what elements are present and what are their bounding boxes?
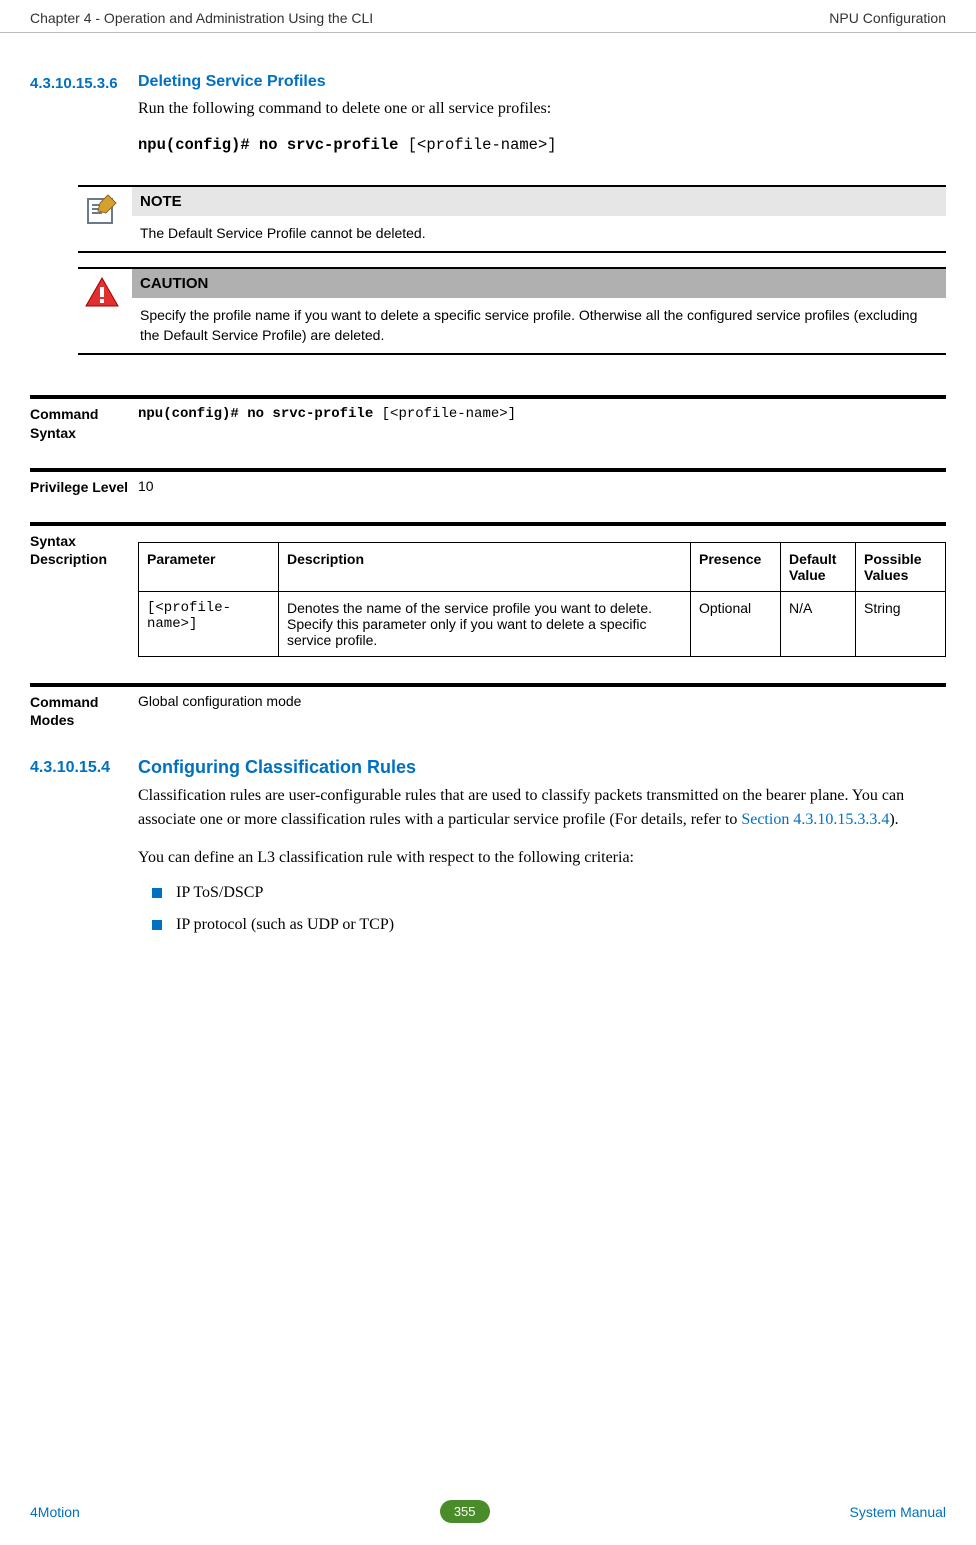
- page-number-badge: 355: [440, 1500, 490, 1523]
- page-content: 4.3.10.15.3.6 Deleting Service Profiles …: [0, 33, 976, 948]
- cmd-bold: npu(config)# no srvc-profile: [138, 406, 382, 422]
- th-parameter: Parameter: [139, 543, 279, 592]
- td-parameter: [<profile-name>]: [139, 592, 279, 657]
- section-link[interactable]: Section 4.3.10.15.3.3.4: [741, 811, 889, 828]
- caution-title: CAUTION: [132, 269, 946, 298]
- body-paragraph: Classification rules are user-configurab…: [138, 784, 946, 832]
- footer-left: 4Motion: [30, 1504, 80, 1520]
- td-presence: Optional: [691, 592, 781, 657]
- section-title: Deleting Service Profiles: [138, 73, 946, 91]
- header-left: Chapter 4 - Operation and Administration…: [30, 10, 373, 26]
- bullet-icon: [152, 888, 162, 898]
- command-syntax-value: npu(config)# no srvc-profile [<profile-n…: [138, 405, 946, 425]
- example-command: npu(config)# no srvc-profile [<profile-n…: [138, 135, 946, 157]
- command-modes-value: Global configuration mode: [138, 693, 946, 709]
- privilege-level-value: 10: [138, 478, 946, 494]
- privilege-level-label: Privilege Level: [30, 478, 138, 496]
- page-footer: 4Motion 355 System Manual: [0, 1500, 976, 1523]
- cmd-arg: [<profile-name>]: [408, 136, 557, 154]
- bullet-text: IP protocol (such as UDP or TCP): [176, 916, 394, 934]
- page-header: Chapter 4 - Operation and Administration…: [0, 0, 976, 33]
- list-item: IP protocol (such as UDP or TCP): [152, 916, 946, 934]
- command-syntax-block: Command Syntax npu(config)# no srvc-prof…: [30, 395, 946, 441]
- body-paragraph: You can define an L3 classification rule…: [138, 846, 946, 870]
- th-description: Description: [279, 543, 691, 592]
- section-number: 4.3.10.15.4: [30, 757, 138, 779]
- caution-icon: [78, 269, 132, 311]
- caution-callout: CAUTION Specify the profile name if you …: [78, 267, 946, 355]
- syntax-description-label: Syntax Description: [30, 532, 138, 568]
- table-row: [<profile-name>] Denotes the name of the…: [139, 592, 946, 657]
- table-header-row: Parameter Description Presence Default V…: [139, 543, 946, 592]
- section-title: Configuring Classification Rules: [138, 757, 946, 778]
- para-text: ).: [889, 811, 898, 828]
- note-text: The Default Service Profile cannot be de…: [132, 216, 946, 252]
- caution-text: Specify the profile name if you want to …: [132, 298, 946, 353]
- bullet-text: IP ToS/DSCP: [176, 884, 263, 902]
- note-callout: NOTE The Default Service Profile cannot …: [78, 185, 946, 254]
- list-item: IP ToS/DSCP: [152, 884, 946, 902]
- th-possible-values: Possible Values: [856, 543, 946, 592]
- syntax-table: Parameter Description Presence Default V…: [138, 542, 946, 657]
- header-right: NPU Configuration: [829, 10, 946, 26]
- td-description: Denotes the name of the service profile …: [279, 592, 691, 657]
- cmd-arg: [<profile-name>]: [382, 406, 516, 422]
- command-modes-label: Command Modes: [30, 693, 138, 729]
- th-presence: Presence: [691, 543, 781, 592]
- command-syntax-label: Command Syntax: [30, 405, 138, 441]
- footer-right: System Manual: [850, 1504, 946, 1520]
- cmd-bold: npu(config)# no srvc-profile: [138, 136, 408, 154]
- syntax-description-block: Syntax Description Parameter Description…: [30, 522, 946, 657]
- td-default-value: N/A: [781, 592, 856, 657]
- privilege-level-block: Privilege Level 10: [30, 468, 946, 496]
- td-possible-values: String: [856, 592, 946, 657]
- command-modes-block: Command Modes Global configuration mode: [30, 683, 946, 729]
- bullet-icon: [152, 920, 162, 930]
- intro-text: Run the following command to delete one …: [138, 97, 946, 121]
- section-number: 4.3.10.15.3.6: [30, 73, 138, 94]
- note-title: NOTE: [132, 187, 946, 216]
- th-default-value: Default Value: [781, 543, 856, 592]
- note-icon: [78, 187, 132, 229]
